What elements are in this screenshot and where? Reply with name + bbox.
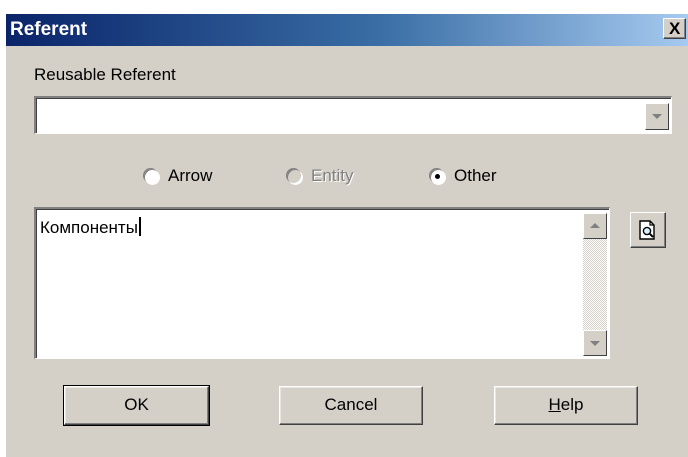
reusable-referent-combobox[interactable] [34,96,672,134]
scroll-up-button[interactable] [583,213,607,239]
radio-entity: Entity [287,166,397,192]
referent-text-content: Компоненты [40,217,141,238]
ok-button-label: OK [124,395,149,414]
referent-text: Компоненты [40,218,138,237]
help-mnemonic: H [548,395,561,414]
text-caret [138,217,141,236]
radio-arrow-label: Arrow [168,166,213,185]
document-search-icon [639,220,655,240]
radio-entity-label: Entity [311,166,354,185]
help-button-label: elp [560,395,584,414]
radio-other-circle[interactable] [430,169,445,184]
scroll-down-button[interactable] [583,330,607,356]
dialog-title: Referent [10,19,88,40]
ok-button[interactable]: OK [63,385,210,426]
referent-dialog: Referent X Reusable Referent Arrow Entit… [6,14,688,457]
close-button[interactable]: X [663,18,686,39]
chevron-down-icon [590,341,600,346]
chevron-up-icon [590,223,600,228]
cancel-button-label: Cancel [324,395,378,414]
help-button[interactable]: Help [494,386,638,425]
cancel-button[interactable]: Cancel [279,386,423,425]
vertical-scrollbar[interactable] [583,213,607,356]
title-bar[interactable]: Referent X [6,14,688,46]
close-icon: X [669,19,681,38]
reusable-referent-label: Reusable Referent [34,65,176,84]
radio-entity-circle [287,169,302,184]
browse-button[interactable] [630,212,666,248]
referent-text-area[interactable]: Компоненты [34,207,610,359]
radio-arrow[interactable]: Arrow [144,166,254,192]
radio-other-label: Other [454,166,497,185]
chevron-down-icon [652,114,662,119]
radio-arrow-circle[interactable] [144,169,159,184]
radio-other[interactable]: Other [430,166,540,192]
radio-selected-dot [435,174,440,179]
combo-dropdown-button[interactable] [645,103,669,130]
